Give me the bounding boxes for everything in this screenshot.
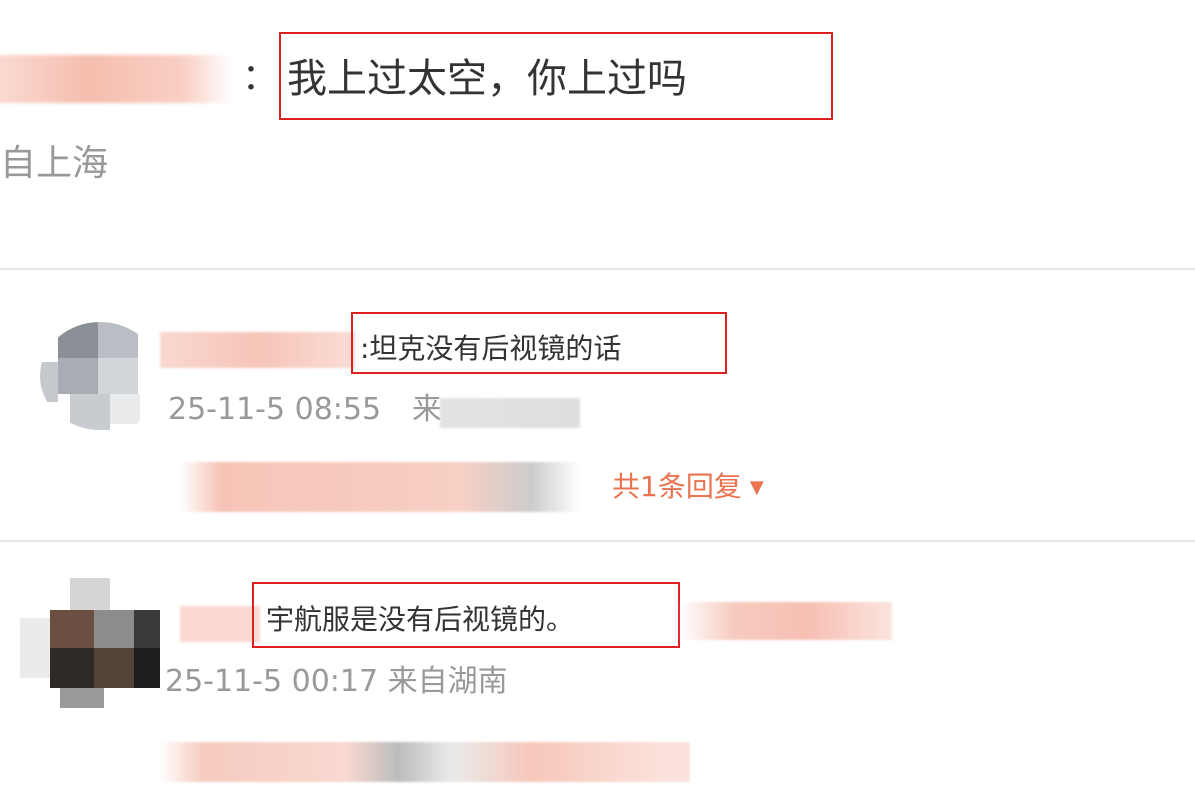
commenter-name-blurred[interactable] [180,606,260,642]
replies-toggle[interactable]: 共1条回复 ▼ [612,470,764,505]
name-colon: ： [242,57,279,98]
highlight-box [351,312,727,374]
reply-preview-blurred[interactable] [180,462,580,512]
chevron-down-icon: ▼ [749,477,764,498]
divider [0,268,1195,270]
commenter-name-blurred[interactable] [0,55,232,103]
mention-blurred[interactable] [680,602,892,640]
commenter-name-blurred[interactable] [160,332,355,368]
comment-meta: 25-11-5 00:17 来自湖南 [165,664,508,699]
comment-meta: 25-11-5 08:55 [168,392,382,427]
replies-count-label: 共1条回复 [612,470,742,503]
highlight-box [279,32,833,120]
highlight-box [252,582,680,648]
comment-meta-source: 来 [412,392,442,427]
location-blurred [440,398,580,428]
reply-preview-blurred[interactable] [160,742,690,782]
comment-location: 自上海 [0,143,109,184]
divider [0,540,1195,542]
comment-thread: ： 我上过太空，你上过吗 自上海 :坦克没有后视镜的话 25-11-5 08:5… [0,0,1195,797]
avatar[interactable] [20,578,160,708]
avatar[interactable] [40,322,160,430]
